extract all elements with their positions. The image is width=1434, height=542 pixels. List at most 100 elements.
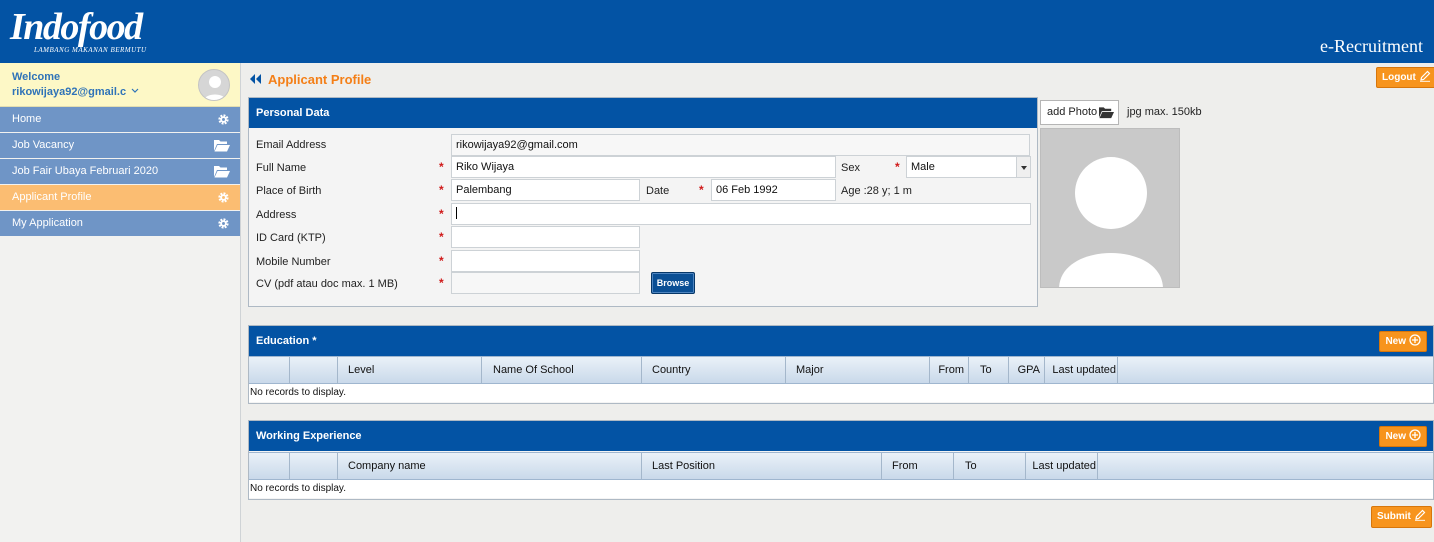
profile-photo-placeholder	[1040, 128, 1180, 288]
sidebar-item-label: Job Vacancy	[12, 139, 75, 151]
sidebar-item-label: Applicant Profile	[12, 191, 92, 203]
photo-size-note: jpg max. 150kb	[1127, 106, 1202, 118]
sex-label: Sex	[841, 162, 860, 174]
idcard-field[interactable]	[451, 226, 640, 248]
col-from[interactable]: From	[882, 453, 954, 479]
cv-file-field[interactable]	[451, 272, 640, 294]
birthdate-field[interactable]: 06 Feb 1992	[711, 179, 836, 201]
main-content: Applicant Profile Logout Personal Data E…	[248, 63, 1434, 542]
col-country[interactable]: Country	[642, 357, 786, 383]
grid-col-select	[249, 453, 290, 479]
logout-button[interactable]: Logout	[1376, 67, 1434, 88]
required-mark: *	[439, 207, 444, 221]
double-chevron-left-icon[interactable]	[248, 73, 262, 85]
mobile-label: Mobile Number	[256, 256, 331, 268]
text-caret	[456, 207, 457, 219]
folder-open-icon	[214, 166, 230, 178]
new-label: New	[1385, 431, 1406, 442]
page-title: Applicant Profile	[248, 72, 371, 87]
experience-panel: Working Experience New Company name Last…	[248, 420, 1434, 500]
pencil-icon	[1414, 509, 1426, 521]
sidebar: Welcome rikowijaya92@gmail.c Home Job Va…	[0, 63, 241, 542]
col-company[interactable]: Company name	[338, 453, 642, 479]
app-title: e-Recruitment	[1320, 36, 1423, 56]
indofood-logo: Indofood	[10, 6, 143, 48]
col-last-position[interactable]: Last Position	[642, 453, 882, 479]
user-email: rikowijaya92@gmail.c	[12, 86, 127, 98]
welcome-box: Welcome rikowijaya92@gmail.c	[0, 63, 240, 107]
address-label: Address	[256, 209, 297, 221]
education-empty-message: No records to display.	[249, 384, 1433, 402]
col-from[interactable]: From	[930, 357, 969, 383]
fullname-field[interactable]: Riko Wijaya	[451, 156, 836, 178]
gear-icon	[218, 192, 229, 203]
education-new-button[interactable]: New	[1379, 331, 1427, 352]
sex-value: Male	[911, 161, 935, 173]
email-field[interactable]: rikowijaya92@gmail.com	[451, 134, 1030, 156]
chevron-down-icon	[1016, 157, 1030, 177]
browse-button[interactable]: Browse	[651, 272, 695, 294]
experience-grid-header: Company name Last Position From To Last …	[249, 452, 1433, 480]
education-panel: Education * New Level Name Of School Cou…	[248, 325, 1434, 404]
address-field[interactable]	[451, 203, 1031, 225]
user-silhouette-icon	[203, 76, 227, 100]
submit-button[interactable]: Submit	[1371, 506, 1432, 528]
sidebar-item-label: My Application	[12, 217, 83, 229]
personal-data-title: Personal Data	[249, 98, 1037, 128]
email-label: Email Address	[256, 139, 327, 151]
plus-circle-icon	[1409, 334, 1421, 346]
birthplace-label: Place of Birth	[256, 185, 322, 197]
grid-col-actions	[290, 453, 338, 479]
education-grid-header: Level Name Of School Country Major From …	[249, 356, 1433, 384]
col-last-updated[interactable]: Last updated	[1045, 357, 1118, 383]
chevron-down-icon	[131, 88, 139, 93]
page-title-text: Applicant Profile	[268, 72, 372, 87]
col-last-updated[interactable]: Last updated	[1026, 453, 1098, 479]
sidebar-item-label: Home	[12, 113, 42, 125]
col-level[interactable]: Level	[338, 357, 482, 383]
person-silhouette-icon	[1059, 157, 1163, 287]
logo-tagline: LAMBANG MAKANAN BERMUTU	[34, 46, 147, 54]
required-mark: *	[439, 160, 444, 174]
user-menu[interactable]: rikowijaya92@gmail.c	[12, 86, 139, 98]
required-mark: *	[439, 183, 444, 197]
date-label: Date	[646, 185, 670, 197]
experience-new-button[interactable]: New	[1379, 426, 1427, 447]
plus-circle-icon	[1409, 429, 1421, 441]
add-photo-button[interactable]: add Photo	[1040, 100, 1119, 125]
sidebar-item-job-fair[interactable]: Job Fair Ubaya Februari 2020	[0, 159, 240, 184]
folder-open-icon	[214, 140, 230, 152]
required-mark: *	[699, 183, 704, 197]
experience-empty-message: No records to display.	[249, 480, 1433, 498]
age-text: Age :28 y; 1 m	[841, 185, 912, 197]
required-mark: *	[895, 160, 900, 174]
sex-select[interactable]: Male	[906, 156, 1031, 178]
gear-icon	[218, 114, 229, 125]
sidebar-item-job-vacancy[interactable]: Job Vacancy	[0, 133, 240, 158]
add-photo-label: add Photo	[1047, 106, 1098, 118]
pencil-icon	[1419, 70, 1431, 82]
cv-label: CV (pdf atau doc max. 1 MB)	[256, 278, 398, 290]
fullname-label: Full Name	[256, 162, 307, 174]
col-to[interactable]: To	[969, 357, 1009, 383]
col-school[interactable]: Name Of School	[482, 357, 642, 383]
mobile-field[interactable]	[451, 250, 640, 272]
col-to[interactable]: To	[954, 453, 1026, 479]
folder-open-icon	[1099, 107, 1114, 119]
required-mark: *	[439, 230, 444, 244]
submit-label: Submit	[1377, 511, 1411, 522]
col-major[interactable]: Major	[786, 357, 930, 383]
required-mark: *	[439, 276, 444, 290]
welcome-label: Welcome	[12, 71, 61, 83]
sidebar-item-applicant-profile[interactable]: Applicant Profile	[0, 185, 240, 210]
col-gpa[interactable]: GPA	[1009, 357, 1045, 383]
birthplace-field[interactable]: Palembang	[451, 179, 640, 201]
grid-col-actions	[290, 357, 338, 383]
sidebar-item-my-application[interactable]: My Application	[0, 211, 240, 236]
avatar[interactable]	[198, 69, 230, 101]
idcard-label: ID Card (KTP)	[256, 232, 326, 244]
logout-label: Logout	[1382, 72, 1416, 83]
grid-col-select	[249, 357, 290, 383]
sidebar-item-home[interactable]: Home	[0, 107, 240, 132]
sidebar-item-label: Job Fair Ubaya Februari 2020	[12, 165, 159, 177]
